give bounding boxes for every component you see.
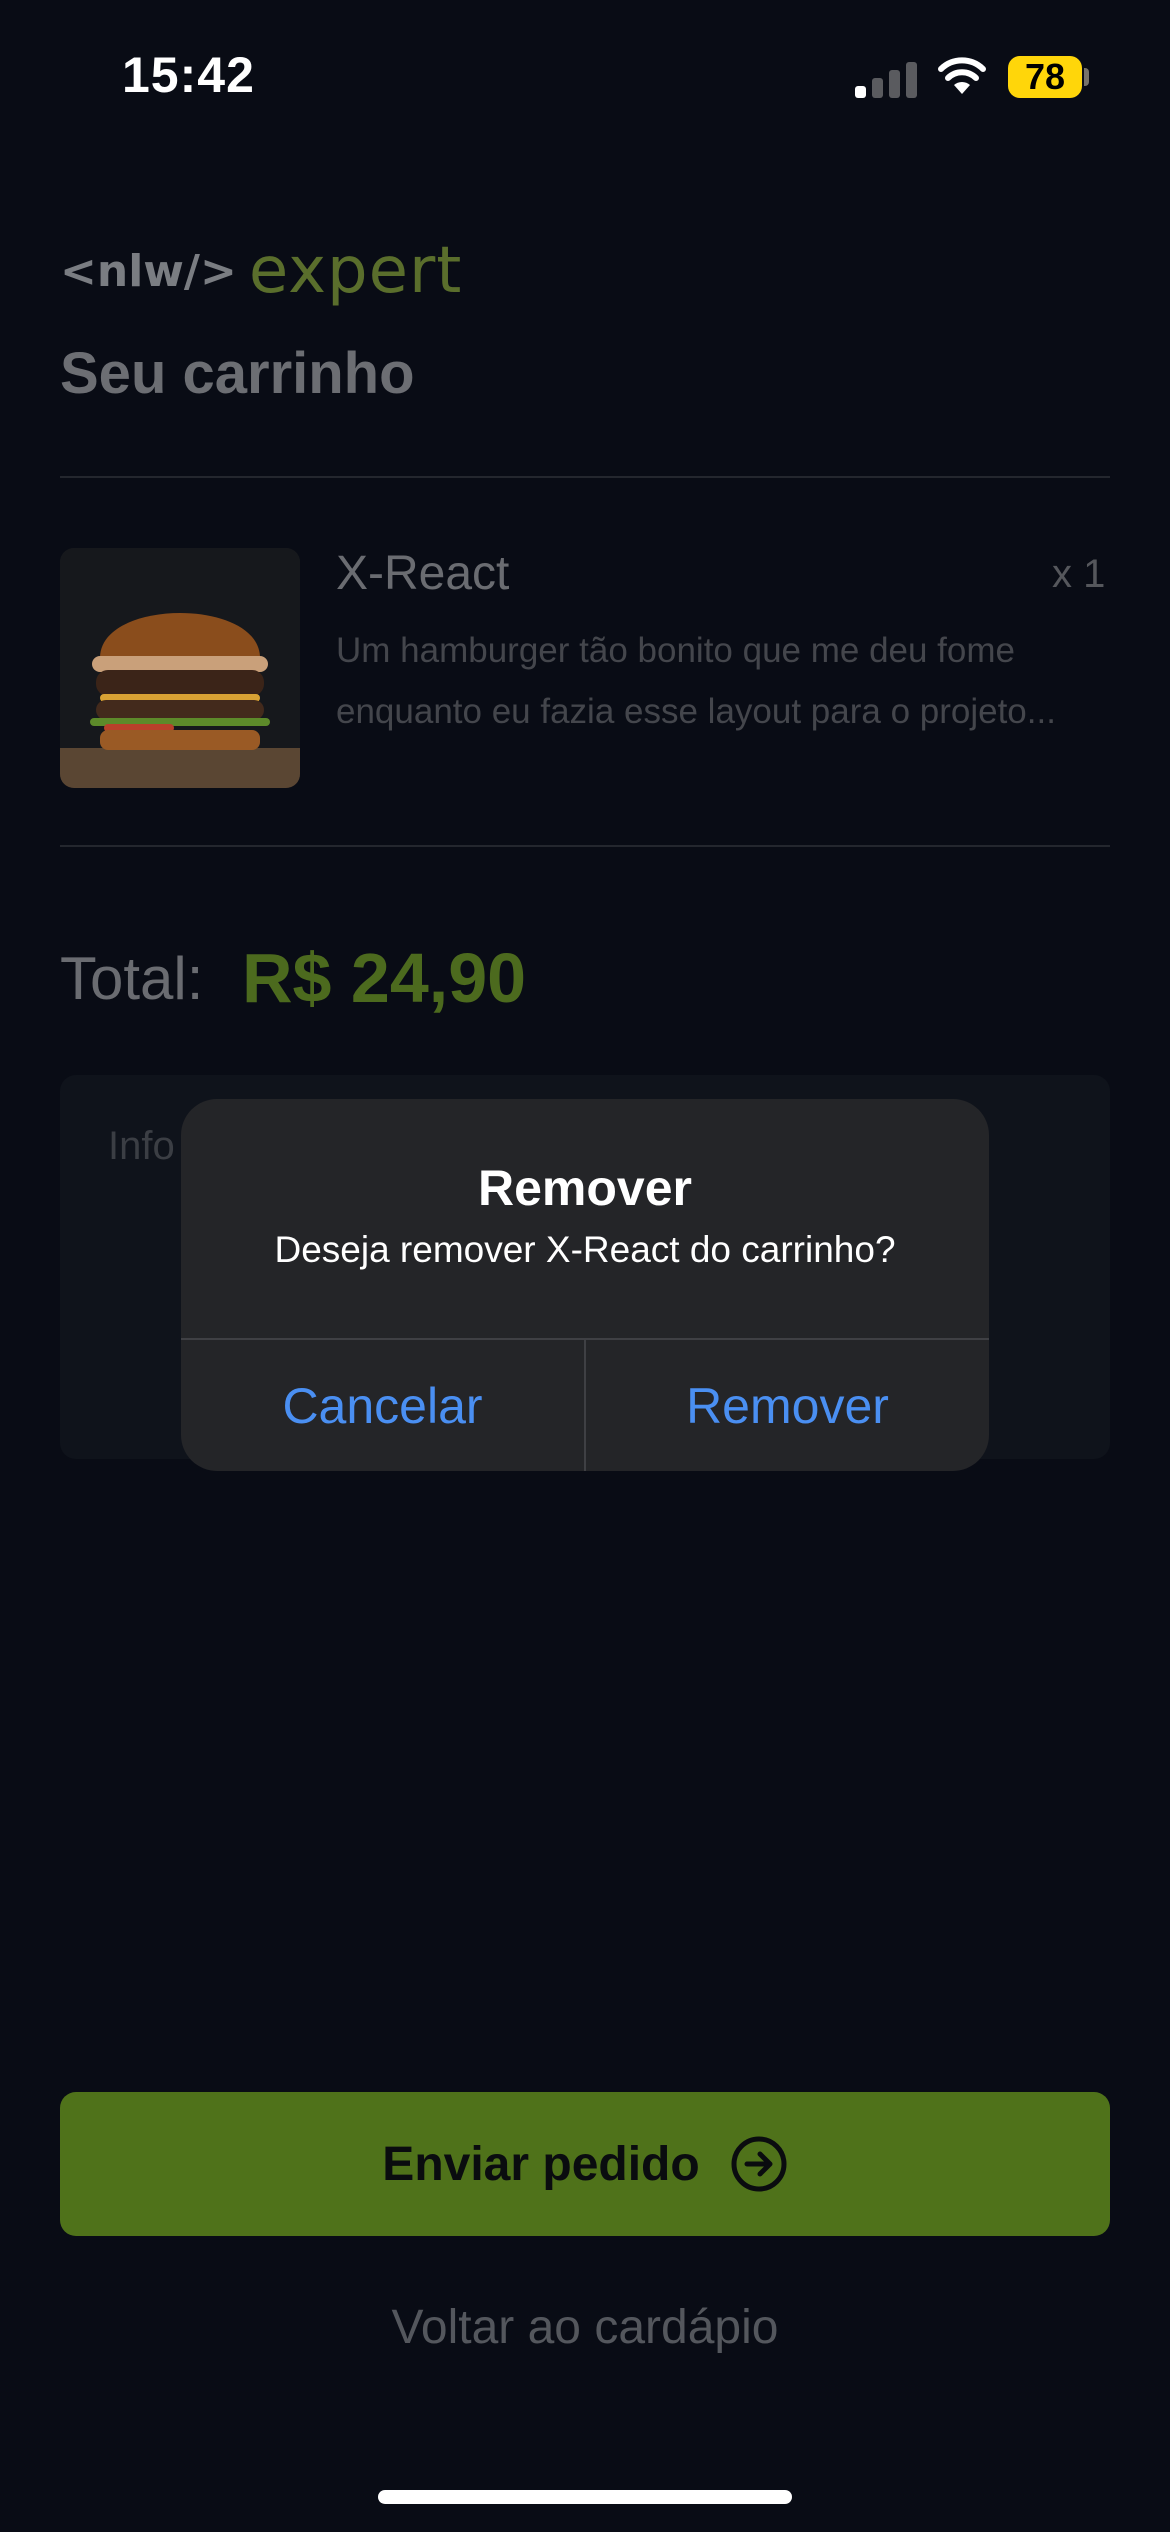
home-indicator[interactable] [378, 2490, 792, 2504]
battery-cap [1084, 68, 1089, 86]
send-order-button[interactable]: Enviar pedido [60, 2092, 1110, 2236]
battery-level: 78 [1024, 56, 1066, 97]
product-description: Um hamburger tão bonito que me deu fome … [336, 631, 1056, 731]
signal-icon [855, 58, 917, 98]
status-time: 15:42 [122, 47, 255, 103]
address-placeholder: Info [108, 1124, 175, 1168]
alert-message: Deseja remover X-React do carrinho? [274, 1229, 896, 1270]
alert-title: Remover [478, 1160, 692, 1216]
burger-image [60, 548, 300, 788]
total-label: Total: [60, 945, 204, 1012]
page-title: Seu carrinho [60, 341, 415, 406]
header-divider [60, 476, 1110, 478]
cancel-button[interactable]: Cancelar [181, 1340, 584, 1471]
product-name: X-React [336, 547, 510, 600]
product-image [60, 548, 300, 788]
battery-icon: 78 [1008, 56, 1082, 98]
confirm-remove-button[interactable]: Remover [586, 1340, 989, 1471]
remove-alert-dialog: Remover Deseja remover X-React do carrin… [181, 1099, 989, 1471]
send-order-label: Enviar pedido [382, 2137, 700, 2191]
product-quantity: x 1 [1052, 552, 1106, 596]
arrow-circle-right-icon [731, 2136, 787, 2192]
app-logo: <nlw/> expert [60, 234, 463, 308]
wifi-icon [938, 57, 986, 94]
logo-expert-text: expert [248, 234, 463, 308]
cart-divider [60, 845, 1110, 847]
back-to-menu-link[interactable]: Voltar ao cardápio [0, 2300, 1170, 2355]
total-value: R$ 24,90 [242, 939, 527, 1017]
logo-code-text: <nlw/> [60, 245, 237, 297]
